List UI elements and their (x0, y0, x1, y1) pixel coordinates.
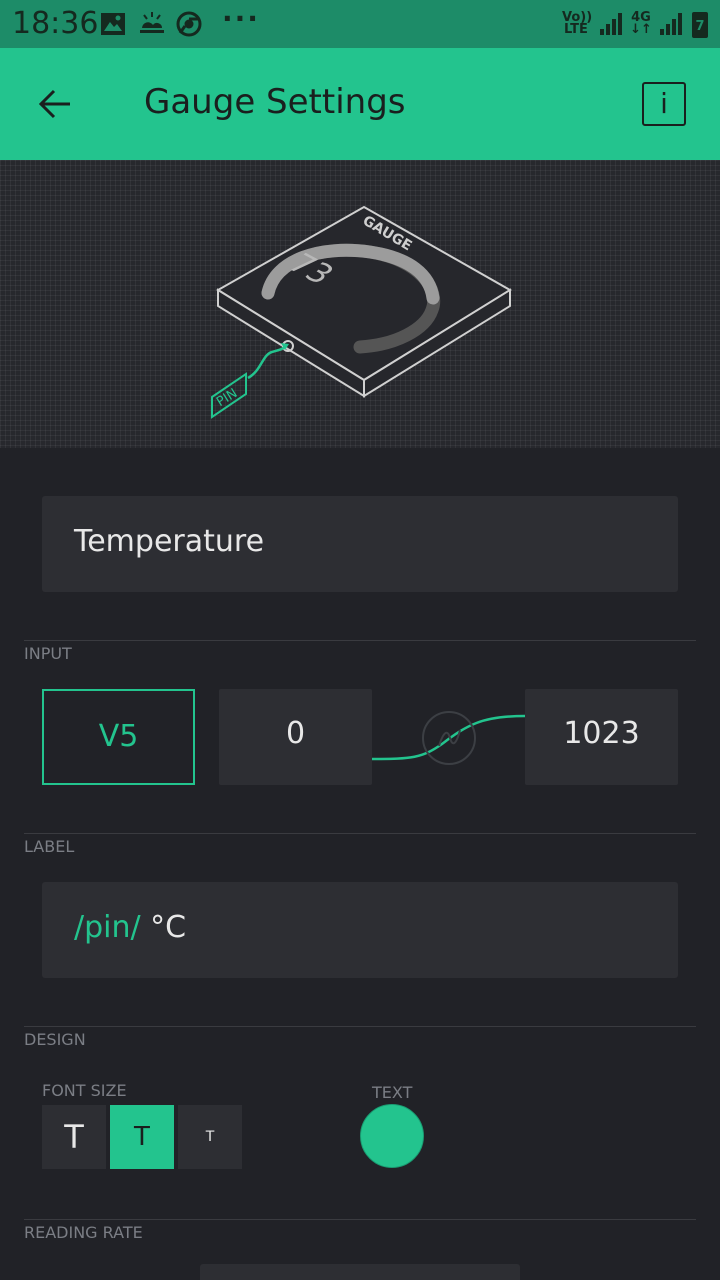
weather-icon (140, 12, 164, 33)
font-size-small-button[interactable]: T (178, 1105, 242, 1169)
mapping-curve-icon (372, 711, 526, 765)
signal-icon (600, 13, 622, 35)
network-type: 4G ↓↑ (630, 10, 652, 37)
max-value-input[interactable]: 1023 (525, 689, 678, 785)
chrome-icon (176, 11, 202, 37)
pin-illustration-label: PIN (214, 386, 240, 410)
design-section-label: DESIGN (24, 1030, 86, 1049)
volte-indicator: Vo)) LTE (562, 10, 593, 37)
status-time: 18:36 (12, 6, 99, 41)
text-color-label: TEXT (372, 1083, 413, 1102)
pin-token: /pin/ (74, 910, 141, 945)
info-button[interactable]: i (642, 82, 686, 126)
widget-illustration: 73 GAUGE PIN (0, 160, 720, 448)
widget-name-value: Temperature (74, 524, 265, 559)
section-divider (24, 1026, 696, 1027)
pin-selector[interactable]: V5 (42, 689, 195, 785)
reading-rate-selector[interactable] (200, 1264, 520, 1280)
font-size-label: FONT SIZE (42, 1081, 127, 1100)
section-divider (24, 833, 696, 834)
section-divider (24, 1219, 696, 1220)
input-section-label: INPUT (24, 644, 72, 663)
signal-icon (660, 13, 682, 35)
widget-name-input[interactable]: Temperature (42, 496, 678, 592)
more-notifications-icon: ··· (222, 2, 260, 35)
reading-rate-section-label: READING RATE (24, 1223, 143, 1242)
battery-level: 7 (695, 19, 705, 34)
section-divider (24, 640, 696, 641)
gauge-widget-illustration: 73 GAUGE PIN (211, 205, 512, 419)
page-title: Gauge Settings (144, 82, 406, 122)
label-input[interactable]: /pin/ °C (42, 882, 678, 978)
app-bar: Gauge Settings i (0, 48, 720, 160)
image-icon (101, 13, 125, 35)
label-value: /pin/ °C (74, 910, 186, 945)
label-section-label: LABEL (24, 837, 75, 856)
font-size-large-button[interactable]: T (42, 1105, 106, 1169)
arrow-left-icon (38, 89, 70, 119)
min-value-input[interactable]: 0 (219, 689, 372, 785)
unit-token: °C (140, 910, 187, 945)
gauge-settings-screen: 18:36 ··· Vo)) LTE 4G ↓↑ 7 Gauge Setting… (0, 0, 720, 1280)
font-size-medium-button[interactable]: T (110, 1105, 174, 1169)
back-button[interactable] (30, 78, 82, 130)
battery-icon: 7 (692, 12, 708, 38)
status-bar: 18:36 ··· Vo)) LTE 4G ↓↑ 7 (0, 0, 720, 48)
text-color-picker[interactable] (360, 1104, 424, 1168)
